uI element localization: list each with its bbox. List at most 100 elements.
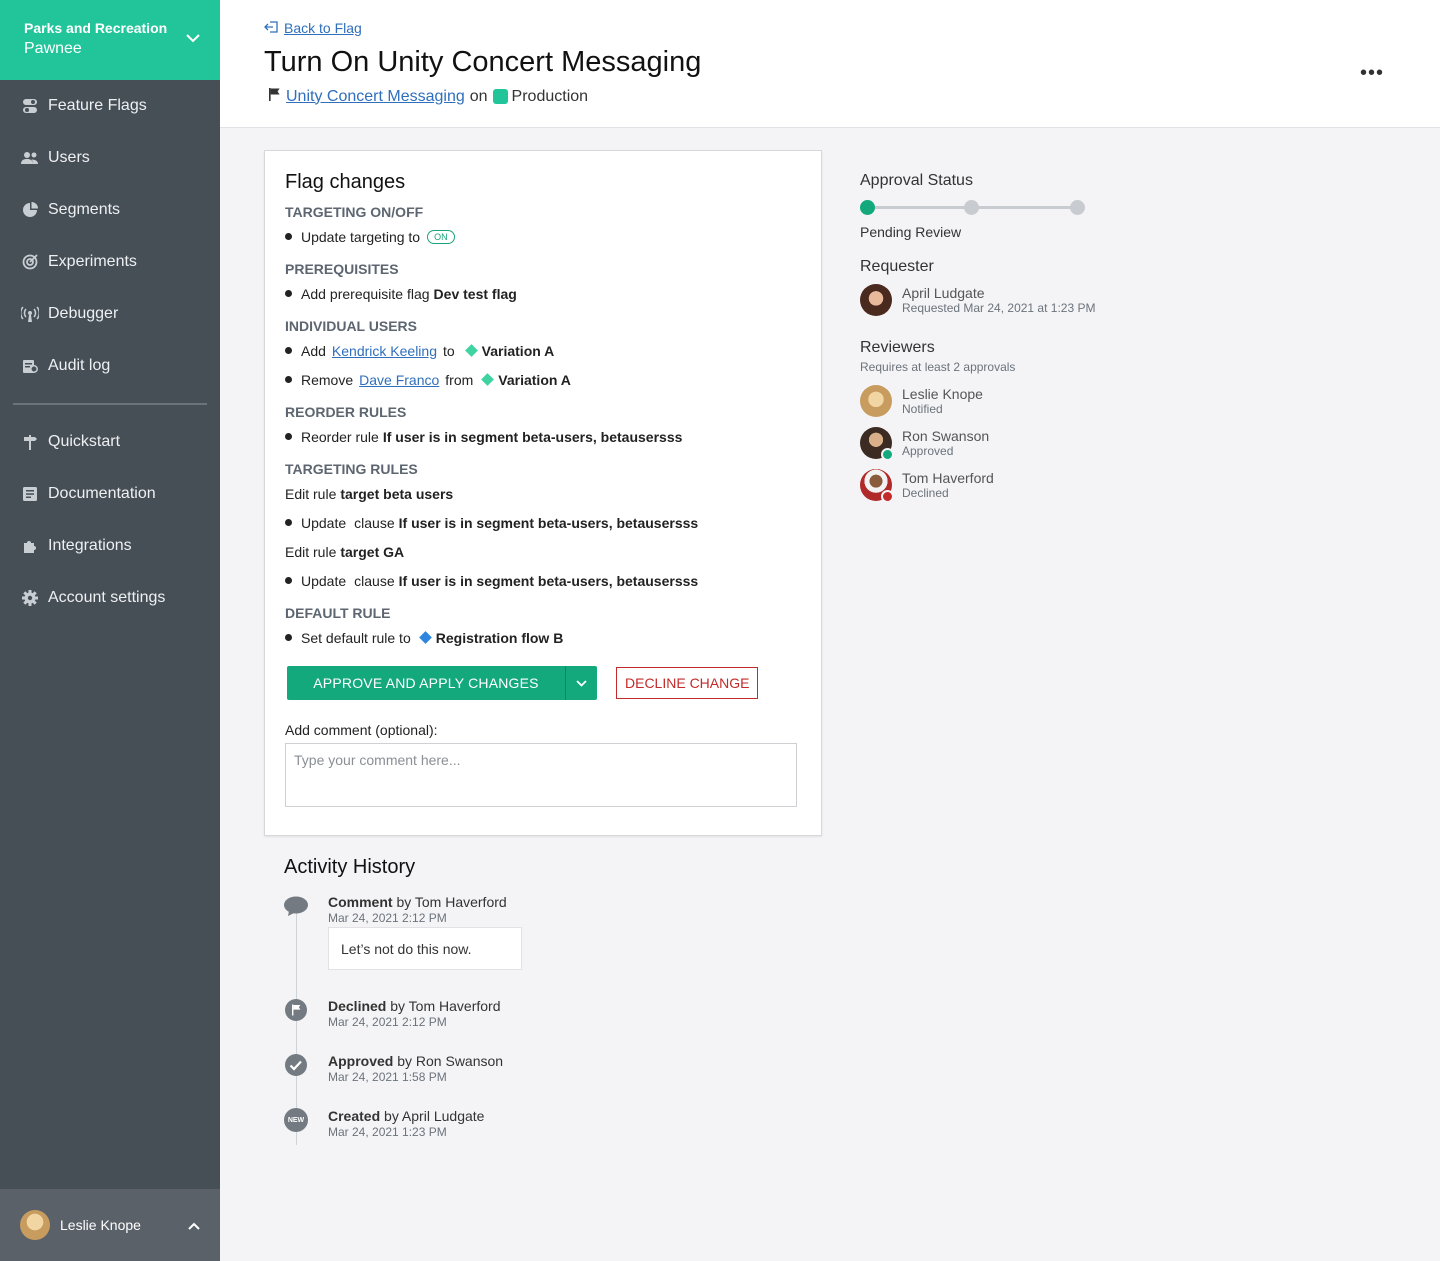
- sidebar-item-label: Feature Flags: [48, 97, 147, 114]
- sidebar-item-segments[interactable]: Segments: [0, 184, 220, 236]
- change-text: prerequisite flag: [329, 285, 430, 302]
- approval-panel: Approval Status Pending Review Requester…: [860, 172, 1160, 503]
- reviewer: Ron Swanson Approved: [860, 427, 1160, 461]
- progress-step: [860, 200, 875, 215]
- change-item: Remove Dave Franco from Variation A: [285, 365, 801, 394]
- sidebar-item-quickstart[interactable]: Quickstart: [0, 416, 220, 468]
- reviewer-name: Ron Swanson: [902, 428, 990, 444]
- flag-icon: [268, 87, 282, 106]
- approval-progress: [860, 199, 1090, 219]
- change-target: If user is in segment beta-users, betaus…: [382, 428, 683, 445]
- comment-input[interactable]: Type your comment here...: [285, 743, 797, 807]
- sidebar-item-integrations[interactable]: Integrations: [0, 520, 220, 572]
- change-verb: Update: [301, 514, 347, 531]
- section-targeting-rules: TARGETING RULES: [285, 461, 418, 477]
- sidebar-divider: [13, 403, 207, 405]
- more-options-icon[interactable]: •••: [1360, 62, 1384, 85]
- change-item: Add prerequisite flag Dev test flag: [285, 279, 801, 308]
- chevron-down-icon: [576, 674, 587, 692]
- activity-history-header: Activity History: [284, 856, 415, 879]
- reviewer-status: Notified: [902, 402, 943, 416]
- approval-status-title: Approval Status: [860, 172, 973, 189]
- change-verb: Update: [301, 572, 347, 589]
- variation-name: Registration flow B: [435, 629, 564, 646]
- sidebar-item-label: Documentation: [48, 485, 156, 502]
- back-arrow-icon: [264, 20, 278, 36]
- variation-name: Variation A: [498, 371, 571, 388]
- history-date: Mar 24, 2021 2:12 PM: [328, 911, 447, 925]
- environment-label: Production: [511, 87, 589, 105]
- sidebar-item-label: Experiments: [48, 253, 137, 270]
- history-date: Mar 24, 2021 1:58 PM: [328, 1070, 447, 1084]
- reviewer: Tom Haverford Declined: [860, 469, 1160, 503]
- sidebar-item-debugger[interactable]: Debugger: [0, 288, 220, 340]
- document-icon: [20, 484, 40, 504]
- rule-heading: Edit rule target beta users: [285, 479, 801, 508]
- decline-button[interactable]: DECLINE CHANGE: [616, 667, 759, 699]
- reviewers-note: Requires at least 2 approvals: [860, 360, 1016, 374]
- user-menu[interactable]: Leslie Knope: [0, 1189, 220, 1261]
- history-date: Mar 24, 2021 2:12 PM: [328, 1015, 447, 1029]
- variation-name: Variation A: [481, 342, 555, 359]
- reviewer-name: Leslie Knope: [902, 386, 983, 402]
- history-actor: by April Ludgate: [384, 1108, 485, 1124]
- users-icon: [20, 148, 40, 168]
- change-verb: Edit rule: [285, 543, 337, 560]
- reviewer-name: Tom Haverford: [902, 470, 994, 486]
- sidebar-item-label: Debugger: [48, 305, 119, 322]
- approve-dropdown-button[interactable]: [565, 666, 597, 700]
- sidebar-nav-secondary: Quickstart Documentation Integrations Ac…: [0, 416, 220, 624]
- project-switcher[interactable]: Parks and Recreation Pawnee: [0, 0, 220, 80]
- rule-name: target GA: [340, 543, 405, 560]
- sidebar-item-audit-log[interactable]: Audit log: [0, 340, 220, 392]
- sidebar-nav: Feature Flags Users Segments Experiments…: [0, 80, 220, 392]
- user-link[interactable]: Dave Franco: [359, 372, 439, 388]
- on-label: on: [469, 87, 488, 105]
- user-link[interactable]: Kendrick Keeling: [332, 343, 437, 359]
- puzzle-icon: [20, 536, 40, 556]
- history-action: Comment: [328, 894, 393, 910]
- back-link-label: Back to Flag: [284, 20, 362, 36]
- sidebar-item-feature-flags[interactable]: Feature Flags: [0, 80, 220, 132]
- reviewer-status: Approved: [902, 444, 954, 458]
- review-actions: APPROVE AND APPLY CHANGES DECLINE CHANGE: [285, 666, 801, 700]
- history-text: Created by April Ludgate Mar 24, 2021 1:…: [328, 1108, 484, 1139]
- requester-title: Requester: [860, 258, 934, 275]
- change-verb: Add: [301, 285, 326, 302]
- history-actor: by Tom Haverford: [390, 998, 501, 1014]
- signpost-icon: [20, 432, 40, 452]
- rule-name: target beta users: [340, 485, 454, 502]
- approval-status-text: Pending Review: [860, 224, 962, 240]
- change-verb: Add: [301, 342, 326, 359]
- check-icon: [284, 1053, 308, 1077]
- avatar: [860, 469, 894, 503]
- approved-check-icon: [881, 448, 894, 461]
- flag-changes-card: Flag changes TARGETING ON/OFF Update tar…: [264, 150, 822, 836]
- avatar: [20, 1210, 50, 1240]
- change-verb: Remove: [301, 371, 354, 388]
- card-title: Flag changes: [285, 171, 406, 193]
- variation-diamond-icon: [481, 373, 495, 386]
- section-targeting: TARGETING ON/OFF: [285, 204, 424, 220]
- variation-diamond-icon: [464, 344, 478, 357]
- change-target: If user is in segment beta-users, betaus…: [398, 572, 699, 589]
- sidebar-item-users[interactable]: Users: [0, 132, 220, 184]
- sidebar-item-label: Account settings: [48, 589, 166, 606]
- approve-button[interactable]: APPROVE AND APPLY CHANGES: [287, 666, 565, 700]
- variation-diamond-icon: [418, 631, 432, 644]
- history-date: Mar 24, 2021 1:23 PM: [328, 1125, 447, 1139]
- sidebar-item-label: Quickstart: [48, 433, 121, 450]
- section-individual-users: INDIVIDUAL USERS: [285, 318, 417, 334]
- rule-heading: Edit rule target GA: [285, 537, 801, 566]
- sidebar-item-account-settings[interactable]: Account settings: [0, 572, 220, 624]
- audit-icon: [20, 356, 40, 376]
- flag-link[interactable]: Unity Concert Messaging: [286, 88, 465, 106]
- flag-icon: [284, 998, 308, 1022]
- sidebar-item-documentation[interactable]: Documentation: [0, 468, 220, 520]
- sidebar-item-experiments[interactable]: Experiments: [0, 236, 220, 288]
- change-item: Update clause If user is in segment beta…: [285, 566, 801, 595]
- progress-step: [1070, 200, 1085, 215]
- history-text: Comment by Tom Haverford Mar 24, 2021 2:…: [328, 894, 507, 925]
- section-reorder-rules: REORDER RULES: [285, 404, 407, 420]
- back-to-flag-link[interactable]: Back to Flag: [264, 20, 362, 36]
